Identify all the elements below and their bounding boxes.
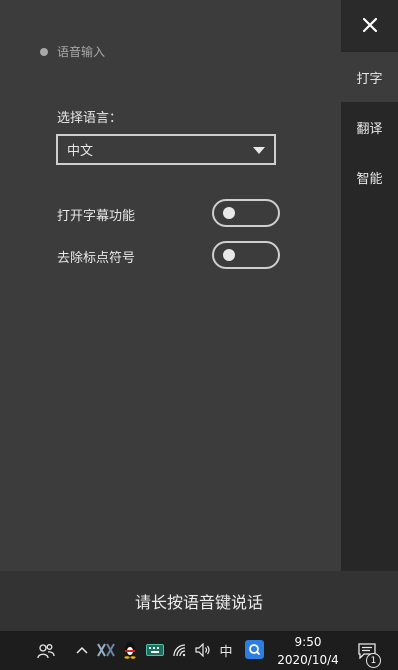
clock-time: 9:50 — [294, 635, 322, 649]
subtitle-toggle-label: 打开字幕功能 — [57, 209, 136, 224]
close-button[interactable] — [341, 0, 398, 50]
tab-translate[interactable]: 翻译 — [341, 102, 398, 152]
app-logo-icon[interactable] — [96, 641, 116, 659]
voice-hint-bar[interactable]: 请长按语音键说话 — [0, 571, 398, 631]
dropdown-caret-icon — [253, 147, 265, 154]
punctuation-toggle-label: 去除标点符号 — [57, 251, 136, 266]
subtitle-toggle[interactable] — [212, 199, 280, 227]
keyboard-icon[interactable] — [145, 641, 165, 659]
notification-count-badge: 1 — [366, 653, 381, 668]
tab-typing[interactable]: 打字 — [341, 52, 398, 102]
toggle-knob — [223, 249, 235, 261]
wifi-icon[interactable] — [171, 641, 189, 659]
close-icon — [362, 17, 377, 33]
chevron-up-icon[interactable] — [74, 642, 90, 658]
search-app-icon[interactable] — [245, 640, 264, 659]
ime-mode-indicator[interactable]: 中 — [216, 640, 236, 660]
toggle-knob — [223, 207, 235, 219]
section-title: 语音输入 — [40, 43, 105, 60]
voice-input-panel — [0, 0, 341, 571]
voice-hint-text: 请长按语音键说话 — [134, 593, 263, 612]
bullet-dot-icon — [40, 47, 48, 56]
people-icon[interactable] — [36, 641, 56, 661]
language-select[interactable]: 中文 — [56, 134, 276, 165]
taskbar-clock[interactable]: 9:50 2020/10/4 — [268, 633, 348, 669]
language-label: 选择语言： — [57, 111, 123, 126]
clock-date: 2020/10/4 — [277, 653, 339, 667]
penguin-icon[interactable] — [121, 640, 139, 660]
punctuation-toggle[interactable] — [212, 241, 280, 269]
tab-smart[interactable]: 智能 — [341, 152, 398, 202]
language-select-value: 中文 — [67, 144, 94, 159]
volume-icon[interactable] — [194, 641, 212, 659]
section-title-text: 语音输入 — [57, 45, 106, 59]
